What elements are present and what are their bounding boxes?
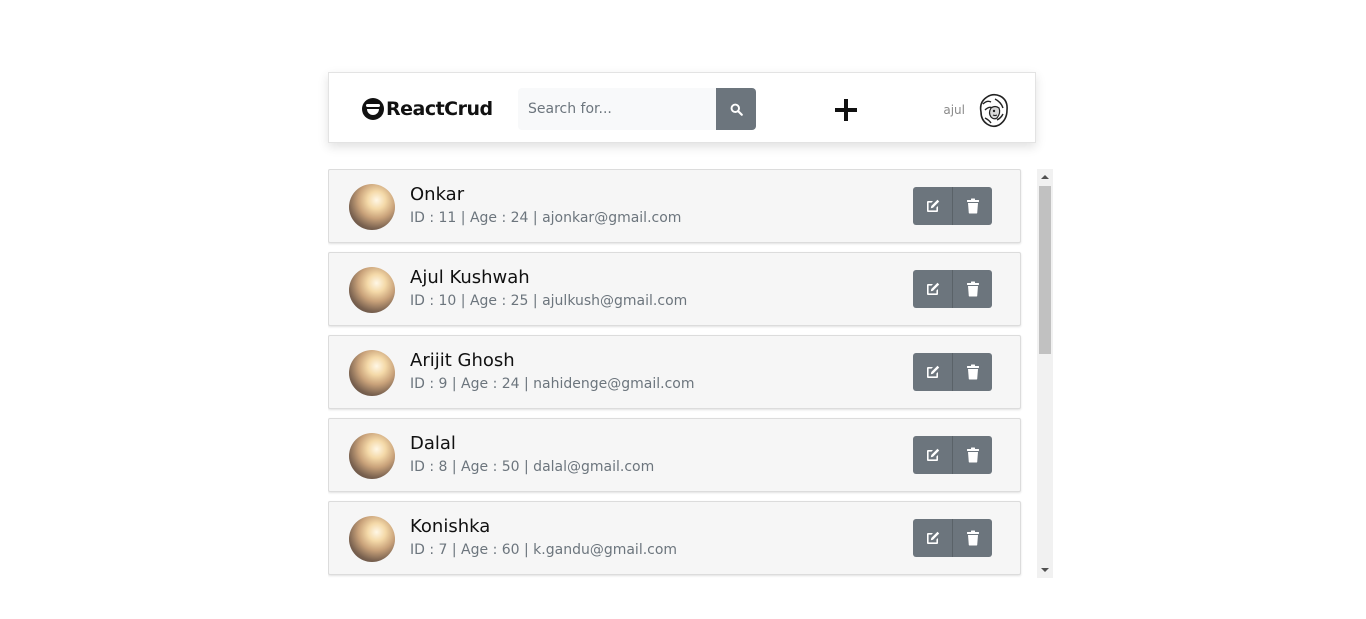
user-details: ID : 9 | Age : 24 | nahidenge@gmail.com [410,376,695,392]
row-actions [913,353,992,391]
scrollbar-thumb[interactable] [1039,186,1051,354]
edit-button[interactable] [913,353,953,391]
delete-button[interactable] [953,436,992,474]
avatar [349,433,395,479]
user-list-container: Onkar ID : 11 | Age : 24 | ajonkar@gmail… [328,169,1053,578]
arrow-up-icon [1041,175,1049,179]
user-menu[interactable]: ajul [943,90,1013,130]
edit-icon [926,282,939,295]
delete-button[interactable] [953,270,992,308]
user-name: ajul [943,103,965,117]
avatar[interactable] [973,90,1013,130]
user-name: Onkar [410,184,465,205]
scroll-down-button[interactable] [1037,562,1053,578]
scroll-up-button[interactable] [1037,169,1053,185]
edit-icon [926,199,939,212]
laughing-face-icon [362,98,384,120]
list-item: Konishka ID : 7 | Age : 60 | k.gandu@gma… [328,501,1021,575]
edit-icon [926,448,939,461]
avatar [349,350,395,396]
trash-icon [966,530,979,546]
avatar [349,184,395,230]
search-button[interactable] [716,88,756,130]
edit-button[interactable] [913,187,953,225]
user-name: Konishka [410,516,491,537]
trash-icon [966,447,979,463]
delete-button[interactable] [953,353,992,391]
user-name: Ajul Kushwah [410,267,530,288]
navbar: ReactCrud ajul [328,72,1036,143]
brand-name: ReactCrud [386,98,493,120]
plus-icon [835,99,857,121]
edit-button[interactable] [913,519,953,557]
scrollbar[interactable] [1037,169,1053,578]
list-item: Dalal ID : 8 | Age : 50 | dalal@gmail.co… [328,418,1021,492]
row-actions [913,519,992,557]
edit-button[interactable] [913,436,953,474]
edit-icon [926,365,939,378]
user-details: ID : 7 | Age : 60 | k.gandu@gmail.com [410,542,678,558]
user-details: ID : 8 | Age : 50 | dalal@gmail.com [410,459,655,475]
edit-icon [926,531,939,544]
user-name: Arijit Ghosh [410,350,515,371]
avatar [349,267,395,313]
user-details: ID : 10 | Age : 25 | ajulkush@gmail.com [410,293,688,309]
avatar [349,516,395,562]
row-actions [913,187,992,225]
arrow-down-icon [1041,568,1049,572]
list-item: Arijit Ghosh ID : 9 | Age : 24 | nahiden… [328,335,1021,409]
add-user-button[interactable] [831,95,861,125]
search-icon [730,103,743,116]
row-actions [913,436,992,474]
search-group [518,88,756,130]
list-item: Ajul Kushwah ID : 10 | Age : 25 | ajulku… [328,252,1021,326]
row-actions [913,270,992,308]
trash-icon [966,198,979,214]
search-input[interactable] [518,88,716,130]
user-details: ID : 11 | Age : 24 | ajonkar@gmail.com [410,210,682,226]
lion-icon [974,91,1012,129]
trash-icon [966,281,979,297]
user-name: Dalal [410,433,456,454]
edit-button[interactable] [913,270,953,308]
user-list: Onkar ID : 11 | Age : 24 | ajonkar@gmail… [328,169,1021,578]
delete-button[interactable] [953,187,992,225]
trash-icon [966,364,979,380]
brand-logo[interactable]: ReactCrud [362,96,493,122]
delete-button[interactable] [953,519,992,557]
list-item: Onkar ID : 11 | Age : 24 | ajonkar@gmail… [328,169,1021,243]
